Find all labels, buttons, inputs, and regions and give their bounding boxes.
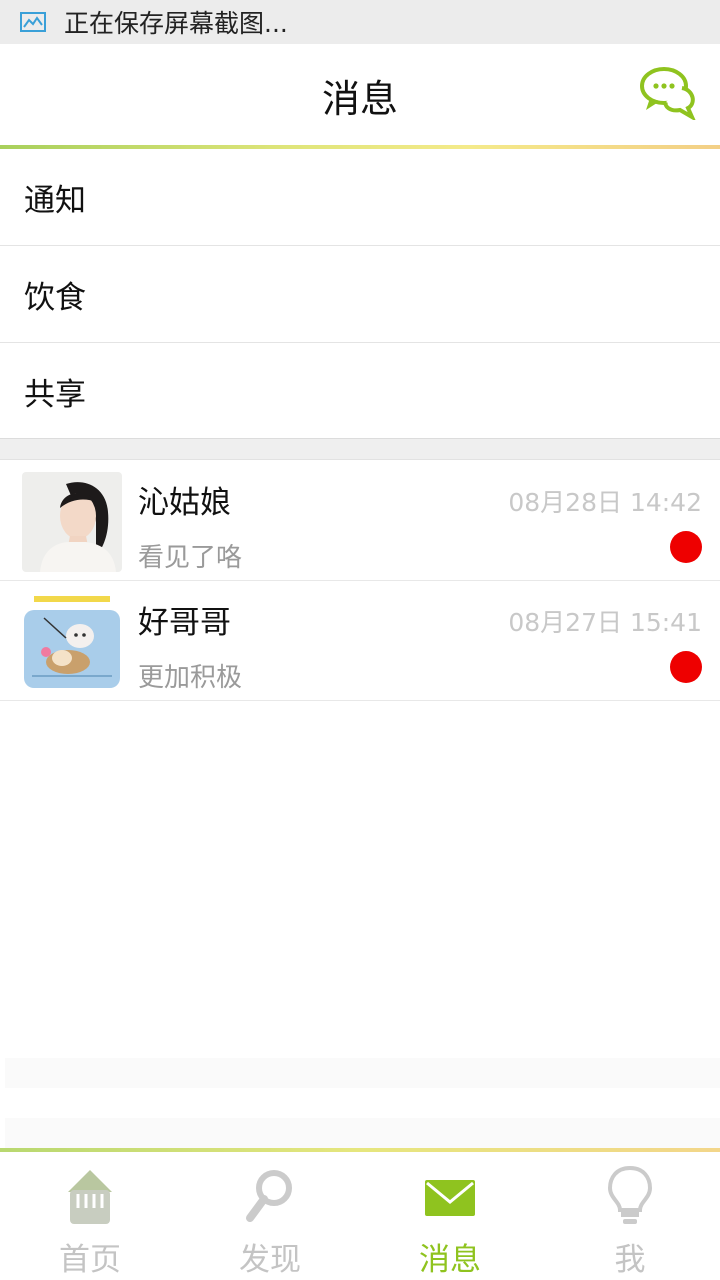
screenshot-icon (20, 12, 46, 32)
tab-label: 首页 (59, 1242, 121, 1278)
conversation-preview: 更加积极 (138, 663, 243, 693)
page-title: 消息 (321, 77, 398, 121)
mail-icon (425, 1180, 475, 1216)
tab-label: 发现 (239, 1242, 301, 1278)
chat-bubbles-icon[interactable] (638, 64, 698, 120)
tab-label: 我 (614, 1242, 646, 1278)
conversation-list: 沁姑娘 08月28日 14:42 看见了咯 好哥哥 08月27日 15:41 更… (0, 461, 720, 701)
menu-item-label: 共享 (24, 376, 86, 413)
menu-item-label: 饮食 (24, 279, 86, 316)
menu-item-notifications[interactable]: 通知 (0, 149, 720, 246)
header: 消息 (0, 44, 720, 146)
lightbulb-icon (607, 1166, 653, 1224)
empty-area (5, 1058, 720, 1088)
tab-discover[interactable]: 发现 (180, 1152, 360, 1280)
tab-home[interactable]: 首页 (0, 1152, 180, 1280)
bottom-tab-bar: 首页 发现 消息 我 (0, 1152, 720, 1280)
message-category-list: 通知 饮食 共享 (0, 149, 720, 440)
status-text: 正在保存屏幕截图... (64, 9, 288, 38)
conversation-preview: 看见了咯 (138, 543, 243, 573)
conversation-time: 08月27日 15:41 (508, 608, 702, 637)
conversation-name: 好哥哥 (138, 605, 231, 641)
menu-item-diet[interactable]: 饮食 (0, 246, 720, 343)
tab-messages[interactable]: 消息 (360, 1152, 540, 1280)
search-icon (246, 1170, 292, 1222)
unread-badge (670, 531, 702, 563)
section-divider (0, 438, 720, 460)
conversation-name: 沁姑娘 (138, 485, 231, 521)
home-icon (68, 1170, 112, 1224)
menu-item-label: 通知 (24, 182, 86, 219)
avatar (22, 472, 122, 572)
empty-area (5, 1118, 720, 1148)
conversation-time: 08月28日 14:42 (508, 488, 702, 517)
avatar (22, 592, 122, 692)
conversation-row[interactable]: 好哥哥 08月27日 15:41 更加积极 (0, 581, 720, 701)
status-bar: 正在保存屏幕截图... (0, 0, 720, 44)
menu-item-share[interactable]: 共享 (0, 343, 720, 440)
tab-me[interactable]: 我 (540, 1152, 720, 1280)
conversation-row[interactable]: 沁姑娘 08月28日 14:42 看见了咯 (0, 461, 720, 581)
unread-badge (670, 651, 702, 683)
tab-label: 消息 (419, 1242, 481, 1278)
